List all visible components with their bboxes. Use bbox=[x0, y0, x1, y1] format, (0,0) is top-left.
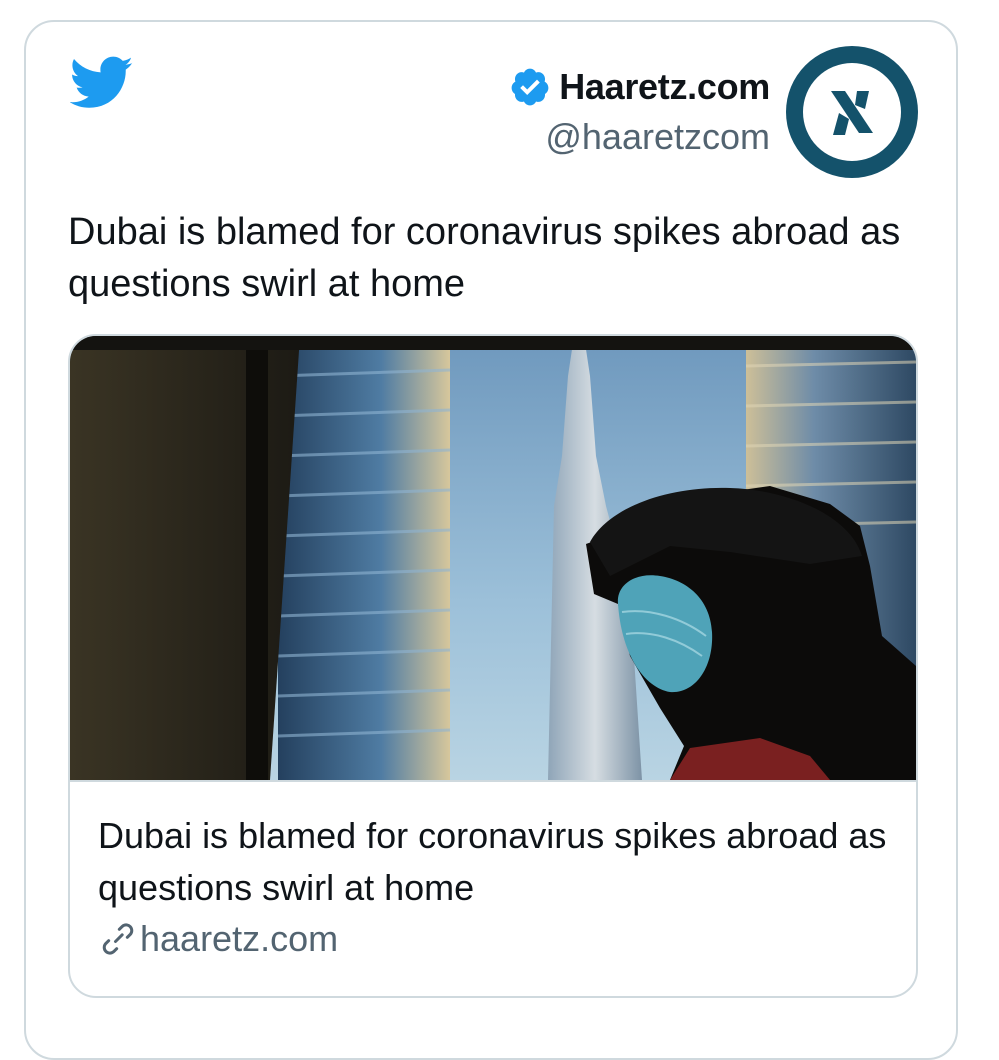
twitter-bird-icon bbox=[70, 56, 133, 108]
link-preview-card[interactable]: Dubai is blamed for coronavirus spikes a… bbox=[68, 334, 918, 998]
verified-badge-icon bbox=[511, 68, 549, 106]
author-handle[interactable]: @haaretzcom bbox=[509, 116, 770, 158]
link-icon bbox=[102, 923, 134, 955]
link-title[interactable]: Dubai is blamed for coronavirus spikes a… bbox=[98, 810, 888, 914]
link-domain[interactable]: haaretz.com bbox=[140, 918, 338, 960]
author-name[interactable]: Haaretz.com bbox=[559, 66, 770, 108]
link-domain-row[interactable]: haaretz.com bbox=[98, 918, 338, 960]
avatar[interactable] bbox=[786, 46, 918, 178]
article-image[interactable] bbox=[70, 336, 916, 782]
haaretz-logo-icon bbox=[803, 63, 901, 161]
tweet-card[interactable]: Haaretz.com @haaretzcom Dubai is blamed … bbox=[24, 20, 958, 1060]
tweet-text: Dubai is blamed for coronavirus spikes a… bbox=[68, 211, 901, 305]
tweet-author[interactable]: Haaretz.com @haaretzcom bbox=[509, 66, 770, 158]
